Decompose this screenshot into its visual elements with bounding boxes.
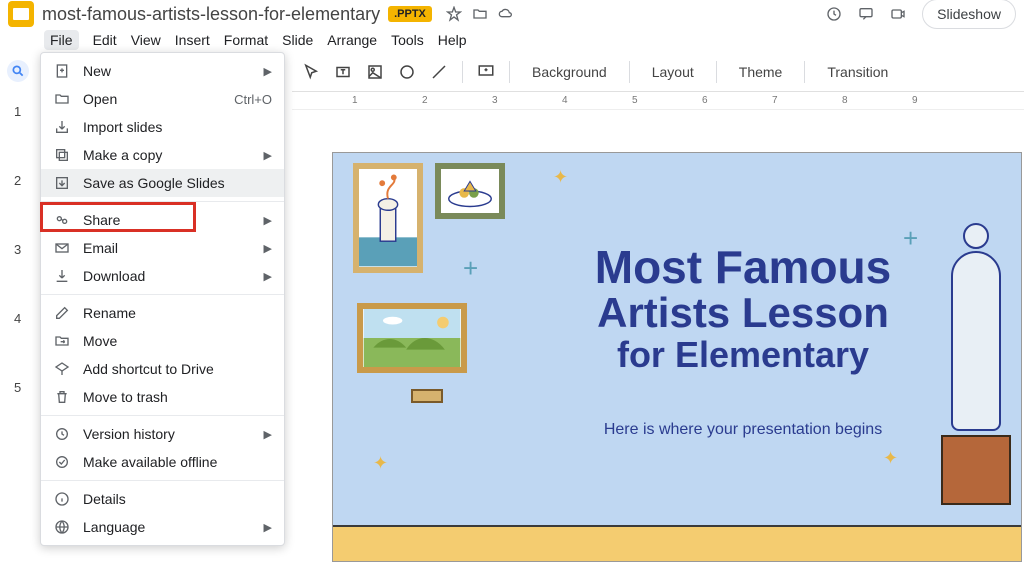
history-icon [53, 425, 71, 443]
menu-insert[interactable]: Insert [175, 32, 210, 48]
globe-icon [53, 518, 71, 536]
select-icon[interactable] [302, 63, 320, 81]
transition-button[interactable]: Transition [819, 60, 896, 84]
thumb-3[interactable]: 3 [14, 242, 40, 257]
separator [41, 480, 284, 481]
download-icon [53, 267, 71, 285]
menu-move[interactable]: Move [41, 327, 284, 355]
sparkle-icon: ✦ [373, 453, 387, 467]
statue-graphic [941, 223, 1011, 483]
rename-icon [53, 304, 71, 322]
slides-logo-icon[interactable] [8, 1, 34, 27]
menu-share[interactable]: Share▶ [41, 206, 284, 234]
share-icon [53, 211, 71, 229]
email-icon [53, 239, 71, 257]
menu-arrange[interactable]: Arrange [327, 32, 377, 48]
menu-import-slides[interactable]: Import slides [41, 113, 284, 141]
info-icon [53, 490, 71, 508]
separator [716, 61, 717, 83]
separator [629, 61, 630, 83]
ruler: 1 2 3 4 5 6 7 8 9 [292, 92, 1024, 110]
textbox-icon[interactable] [334, 63, 352, 81]
menu-version-history[interactable]: Version history▶ [41, 420, 284, 448]
sparkle-icon: ✦ [883, 448, 897, 462]
floor-graphic [333, 525, 1021, 561]
menu-move-to-trash[interactable]: Move to trash [41, 383, 284, 411]
shape-icon[interactable] [398, 63, 416, 81]
comment-add-icon[interactable] [477, 63, 495, 81]
move-folder-icon[interactable] [472, 6, 488, 22]
new-icon [53, 62, 71, 80]
history-icon[interactable] [826, 6, 842, 22]
thumb-4[interactable]: 4 [14, 311, 40, 326]
sparkle-icon: ✦ [553, 167, 567, 181]
save-icon [53, 174, 71, 192]
plaque-graphic [411, 389, 443, 403]
thumb-5[interactable]: 5 [14, 380, 40, 395]
background-button[interactable]: Background [524, 60, 615, 84]
menu-download[interactable]: Download▶ [41, 262, 284, 290]
separator [41, 201, 284, 202]
menu-rename[interactable]: Rename [41, 299, 284, 327]
copy-icon [53, 146, 71, 164]
slide-title[interactable]: Most Famous Artists Lesson for Elementar… [493, 243, 993, 375]
menu-file[interactable]: File [44, 30, 79, 50]
theme-button[interactable]: Theme [731, 60, 791, 84]
menu-edit[interactable]: Edit [93, 32, 117, 48]
vase-painting [353, 163, 423, 273]
menu-new[interactable]: New▶ [41, 57, 284, 85]
menu-slide[interactable]: Slide [282, 32, 313, 48]
menu-format[interactable]: Format [224, 32, 268, 48]
search-icon[interactable] [7, 60, 29, 82]
move-icon [53, 332, 71, 350]
separator [509, 61, 510, 83]
menu-add-shortcut[interactable]: Add shortcut to Drive [41, 355, 284, 383]
offline-icon [53, 453, 71, 471]
separator [462, 61, 463, 83]
menu-save-as-google-slides[interactable]: Save as Google Slides [41, 169, 284, 197]
toolbar: Background Layout Theme Transition [292, 52, 1024, 92]
image-icon[interactable] [366, 63, 384, 81]
menu-language[interactable]: Language▶ [41, 513, 284, 541]
pptx-badge: .PPTX [388, 6, 432, 22]
folder-icon [53, 90, 71, 108]
landscape-painting [357, 303, 467, 373]
menu-help[interactable]: Help [438, 32, 467, 48]
thumb-1[interactable]: 1 [14, 104, 40, 119]
menu-details[interactable]: Details [41, 485, 284, 513]
trash-icon [53, 388, 71, 406]
titlebar: most-famous-artists-lesson-for-elementar… [0, 0, 1024, 28]
menu-email[interactable]: Email▶ [41, 234, 284, 262]
comments-icon[interactable] [858, 6, 874, 22]
menu-make-available-offline[interactable]: Make available offline [41, 448, 284, 476]
separator [804, 61, 805, 83]
slideshow-button[interactable]: Slideshow [922, 0, 1016, 29]
document-title[interactable]: most-famous-artists-lesson-for-elementar… [42, 4, 380, 25]
menu-bar: File Edit View Insert Format Slide Arran… [0, 28, 1024, 52]
line-icon[interactable] [430, 63, 448, 81]
menu-make-copy[interactable]: Make a copy▶ [41, 141, 284, 169]
menu-tools[interactable]: Tools [391, 32, 424, 48]
separator [41, 415, 284, 416]
slide-subtitle[interactable]: Here is where your presentation begins [493, 421, 993, 439]
star-icon[interactable] [446, 6, 462, 22]
plus-icon: + [903, 223, 917, 237]
fruit-painting [435, 163, 505, 219]
plus-icon: + [463, 253, 477, 267]
shortcut-icon [53, 360, 71, 378]
file-dropdown: New▶ OpenCtrl+O Import slides Make a cop… [40, 52, 285, 546]
separator [41, 294, 284, 295]
layout-button[interactable]: Layout [644, 60, 702, 84]
thumb-2[interactable]: 2 [14, 173, 40, 188]
slide-thumbnails: 1 2 3 4 5 [14, 104, 40, 395]
menu-view[interactable]: View [131, 32, 161, 48]
present-camera-icon[interactable] [890, 6, 906, 22]
slide-canvas[interactable]: ✦ + ✦ ✦ + Most Famous Artists Lesson for… [332, 152, 1022, 562]
workspace: 1 2 3 4 5 New▶ OpenCtrl+O Import slides … [0, 52, 1024, 512]
import-icon [53, 118, 71, 136]
cloud-status-icon[interactable] [498, 6, 514, 22]
menu-open[interactable]: OpenCtrl+O [41, 85, 284, 113]
